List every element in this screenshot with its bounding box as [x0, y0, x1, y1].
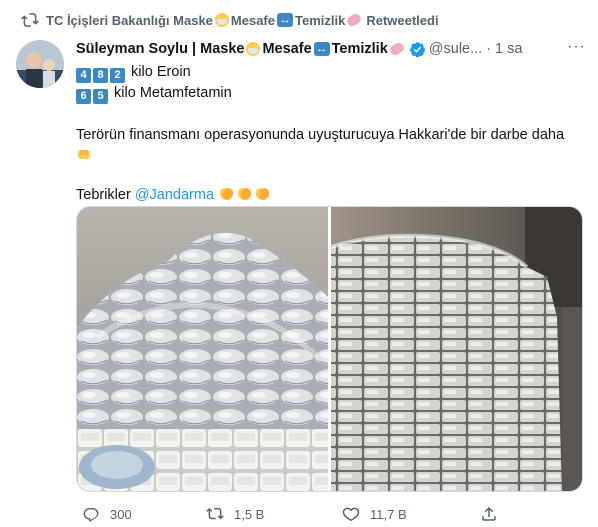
retweet-account-name[interactable]: TC İçişleri Bakanlığı Maske [46, 13, 213, 28]
avatar[interactable] [16, 40, 64, 88]
author-handle[interactable]: @sule... [429, 41, 482, 57]
keycap-digit: 8 [93, 68, 108, 83]
avatar-image [16, 40, 64, 88]
text-line-metamfetamin: 65 kilo Metamfetamin [76, 83, 586, 104]
more-icon[interactable]: ··· [567, 38, 586, 56]
reply-count: 300 [110, 506, 132, 522]
tweet-paragraph: Terörün finansmanı operasyonunda uyuştur… [76, 125, 586, 145]
author-name[interactable]: Süleyman Soylu | Maske [76, 41, 244, 57]
tweet-actions: 300 1,5 B 11,7 B [76, 504, 576, 524]
like-button[interactable]: 11,7 B [342, 505, 407, 523]
like-count: 11,7 B [370, 506, 407, 522]
left-right-arrow-emoji-icon: ↔ [276, 13, 293, 27]
separator-dot: · [486, 41, 492, 57]
congrats-text: Tebrikler [76, 187, 131, 203]
fist-emoji-row [76, 145, 586, 165]
reply-icon [83, 508, 99, 523]
heart-icon [342, 507, 360, 522]
keycap-digit: 4 [76, 68, 91, 83]
eroin-text: kilo Eroin [131, 64, 191, 80]
share-button[interactable] [480, 505, 498, 523]
photo-right[interactable] [330, 207, 583, 492]
metamfetamin-text: kilo Metamfetamin [114, 85, 232, 101]
retweet-icon [21, 13, 39, 27]
share-icon [482, 506, 496, 521]
author-name-mid1[interactable]: Mesafe [262, 41, 311, 57]
keycap-digit: 2 [110, 68, 125, 83]
reply-button[interactable]: 300 [82, 505, 132, 523]
clapping-hands-emoji-icon [255, 188, 270, 200]
tweet-header: Süleyman Soylu | Maske Mesafe ↔ Temizlik… [76, 38, 586, 60]
clapping-hands-emoji-icon [219, 188, 234, 200]
retweet-account-mid1[interactable]: Mesafe [231, 13, 275, 28]
mask-emoji-icon [214, 13, 229, 27]
retweet-count: 1,5 B [234, 506, 265, 522]
author-name-mid2[interactable]: Temizlik [332, 41, 388, 57]
retweet-context[interactable]: TC İçişleri Bakanlığı Maske Mesafe ↔ Tem… [21, 10, 439, 30]
tweet-time[interactable]: 1 sa [495, 41, 522, 57]
keycap-digit: 6 [76, 89, 91, 104]
retweet-action-label: Retweetledi [366, 12, 439, 28]
keycap-digit: 5 [93, 89, 108, 104]
retweet-account-mid2[interactable]: Temizlik [295, 13, 345, 28]
retweet-icon [206, 507, 224, 520]
verified-badge-icon [409, 41, 425, 57]
text-line-eroin: 482 kilo Eroin [76, 62, 586, 83]
oncoming-fist-emoji-icon [78, 150, 90, 159]
soap-emoji-icon [388, 41, 406, 57]
photo-left[interactable] [77, 207, 328, 492]
tweet-body[interactable]: Süleyman Soylu | Maske Mesafe ↔ Temizlik… [76, 38, 586, 205]
soap-emoji-icon [345, 12, 363, 28]
retweet-button[interactable]: 1,5 B [206, 505, 264, 523]
mention-link[interactable]: @Jandarma [135, 187, 214, 203]
clapping-hands-emoji-icon [237, 188, 252, 200]
media-grid [76, 206, 583, 492]
left-right-arrow-emoji-icon: ↔ [313, 42, 330, 56]
congrats-line: Tebrikler @Jandarma [76, 185, 586, 205]
paragraph-text: Terörün finansmanı operasyonunda uyuştur… [76, 127, 565, 143]
mask-emoji-icon [246, 42, 261, 56]
